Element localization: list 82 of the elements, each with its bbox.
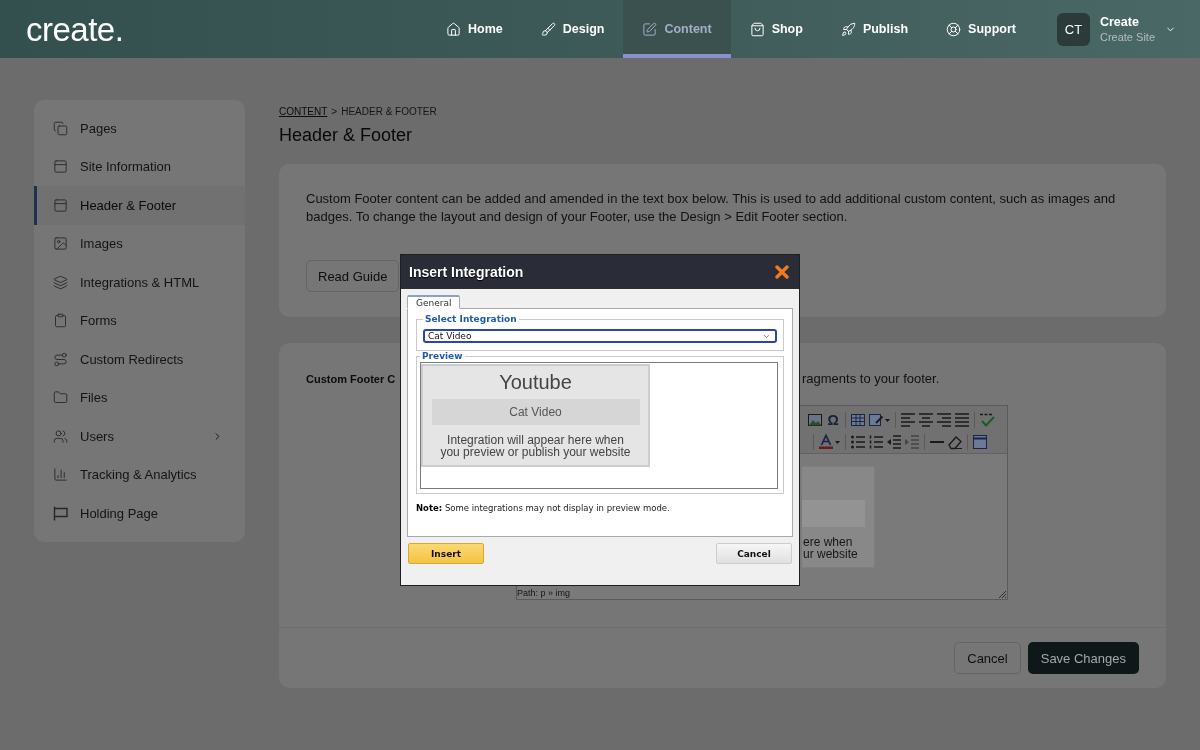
- editor-path: Path: p » img: [517, 588, 571, 598]
- align-right-icon[interactable]: [937, 413, 951, 427]
- eraser-icon[interactable]: [948, 435, 962, 449]
- fieldset-legend: Preview: [420, 351, 465, 362]
- site-name: Create Site: [1099, 31, 1155, 43]
- account-name: Create: [1099, 15, 1140, 29]
- page-title: Header & Footer: [279, 124, 413, 146]
- layers-icon: [53, 274, 68, 290]
- integration-select[interactable]: Cat Video: [423, 329, 777, 343]
- bar-chart-icon: [53, 467, 68, 483]
- sidebar-item[interactable]: Users: [34, 417, 245, 456]
- breadcrumb-separator: >: [331, 106, 338, 118]
- breadcrumb-link[interactable]: CONTENT: [279, 106, 328, 118]
- info-text: Custom Footer content can be added and amended in the text box below. This is used to add additional custom content, such as images and badges. To change the layout and design of your Footer, use the Design > Edit Footer section.: [306, 190, 1117, 226]
- sidebar-item[interactable]: Pages: [34, 109, 245, 148]
- caret-down-icon[interactable]: [885, 418, 890, 422]
- window-icon: [53, 159, 68, 175]
- nav-tab[interactable]: Publish: [821, 0, 928, 58]
- align-left-icon[interactable]: [901, 413, 915, 427]
- sidebar-item[interactable]: Tracking & Analytics: [34, 455, 245, 494]
- caret-down-icon[interactable]: [835, 440, 840, 444]
- sidebar-item[interactable]: Header & Footer: [34, 186, 245, 225]
- field-label: Custom Footer C: [306, 372, 396, 387]
- logo[interactable]: create.: [26, 12, 124, 46]
- cancel-button[interactable]: Cancel: [954, 642, 1021, 674]
- window-icon[interactable]: [973, 435, 987, 449]
- field-description: ragments to your footer.: [802, 371, 940, 387]
- folder-icon: [53, 390, 68, 406]
- preview-heading: Youtube: [499, 370, 572, 394]
- lifebuoy-icon: [946, 21, 962, 37]
- spellcheck-icon[interactable]: [980, 413, 994, 427]
- nav-tab[interactable]: Support: [927, 0, 1035, 58]
- pencil-square-icon: [642, 21, 658, 37]
- nav-tab[interactable]: Shop: [730, 0, 822, 58]
- avatar-tile[interactable]: CT: [1056, 12, 1090, 46]
- clipboard-icon: [53, 313, 68, 329]
- font-color-icon[interactable]: [819, 435, 833, 449]
- indent-icon[interactable]: [905, 435, 919, 449]
- sidebar-item[interactable]: Custom Redirects: [34, 340, 245, 379]
- insert-button[interactable]: Insert: [408, 543, 484, 564]
- cancel-button[interactable]: Cancel: [716, 543, 792, 564]
- sidebar-item[interactable]: Integrations & HTML: [34, 263, 245, 302]
- brush-icon: [540, 21, 556, 37]
- save-changes-button[interactable]: Save Changes: [1027, 642, 1139, 674]
- align-justify-icon[interactable]: [955, 413, 969, 427]
- preview-text: ere when: [803, 536, 854, 548]
- numbered-list-icon[interactable]: [869, 435, 883, 449]
- image-icon[interactable]: [808, 413, 822, 427]
- read-guide-button[interactable]: Read Guide: [306, 260, 400, 292]
- sidebar-item[interactable]: Site Information: [34, 147, 245, 186]
- fieldset-legend: Select Integration: [423, 314, 519, 325]
- route-icon: [53, 351, 68, 367]
- copy-icon: [53, 120, 68, 136]
- breadcrumb-current: HEADER & FOOTER: [341, 106, 437, 118]
- bullet-list-icon[interactable]: [851, 435, 865, 449]
- outdent-icon[interactable]: [887, 435, 901, 449]
- sidebar-item[interactable]: Files: [34, 378, 245, 417]
- bag-icon: [749, 21, 765, 37]
- nav-tab[interactable]: Home: [427, 0, 522, 58]
- rocket-icon: [840, 21, 856, 37]
- sidebar-item[interactable]: Images: [34, 224, 245, 263]
- preview-text: ur website: [803, 548, 859, 560]
- house-icon: [446, 21, 461, 37]
- preview-note: Note: Some integrations may not display in preview mode.: [416, 503, 671, 514]
- sidebar-item[interactable]: Forms: [34, 301, 245, 340]
- align-center-icon[interactable]: [919, 413, 933, 427]
- users-icon: [53, 428, 68, 444]
- dialog-tab[interactable]: General: [407, 295, 461, 309]
- nav-tab[interactable]: Content: [623, 0, 731, 58]
- table-icon[interactable]: [851, 413, 865, 427]
- window-icon: [53, 197, 68, 213]
- dialog-title: Insert Integration: [409, 264, 524, 280]
- preview-name-bar: Cat Video: [431, 399, 640, 425]
- close-icon[interactable]: [775, 265, 789, 279]
- preview-message: Integration will appear here when you preview or publish your website: [440, 434, 631, 458]
- sidebar-item[interactable]: Holding Page: [34, 494, 245, 533]
- image-icon: [53, 236, 68, 252]
- table-edit-icon[interactable]: [869, 413, 883, 427]
- nav-tab[interactable]: Design: [521, 0, 624, 58]
- flag-icon: [53, 505, 68, 521]
- resize-grip-icon[interactable]: [999, 591, 1006, 598]
- special-character-button[interactable]: Ω: [826, 413, 840, 427]
